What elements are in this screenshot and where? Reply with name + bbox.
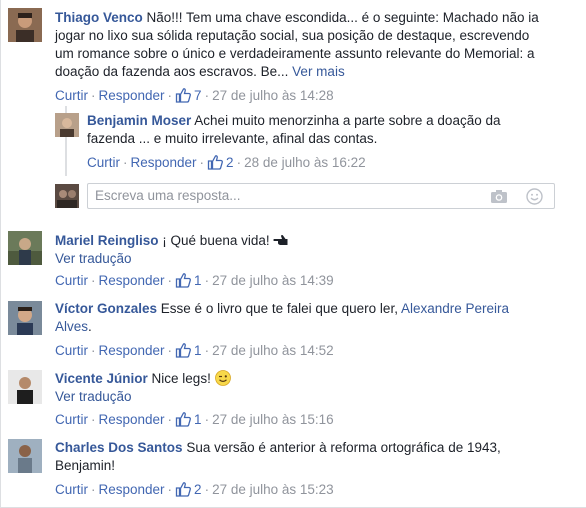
thumbs-up-icon <box>175 87 191 103</box>
comment-text-tail: . <box>88 319 92 334</box>
comment-text-line: Não!!! Tem uma chave escondida... é o se… <box>146 10 539 25</box>
comment-text-line: fazenda ... e muito irrelevante, afinal … <box>87 131 378 146</box>
wink-emoji-icon <box>214 370 231 386</box>
comment-text: Nice legs! <box>151 371 211 386</box>
reply-button[interactable]: Responder <box>99 412 165 427</box>
like-count[interactable]: 2 <box>175 482 202 497</box>
like-button[interactable]: Curtir <box>55 273 88 288</box>
see-more-link[interactable]: Ver mais <box>292 64 345 79</box>
comment-time[interactable]: 28 de julho às 16:22 <box>244 155 366 170</box>
current-user-avatar <box>55 184 79 208</box>
like-count[interactable]: 1 <box>175 343 202 358</box>
avatar[interactable] <box>8 8 42 42</box>
camera-icon[interactable] <box>490 189 508 204</box>
comment-author[interactable]: Benjamin Moser <box>87 113 191 128</box>
mention-link-cont[interactable]: Alves <box>55 319 88 334</box>
reply-button[interactable]: Responder <box>99 88 165 103</box>
comment-text-line: Achei muito menorzinha a parte sobre a d… <box>194 113 501 128</box>
mention-link[interactable]: Alexandre Pereira <box>401 301 509 316</box>
reply-input-box[interactable] <box>87 183 555 209</box>
comment-time[interactable]: 27 de julho às 15:23 <box>212 482 334 497</box>
comment-time[interactable]: 27 de julho às 14:52 <box>212 343 334 358</box>
emoji-icon[interactable] <box>526 188 543 205</box>
reply-button[interactable]: Responder <box>99 482 165 497</box>
comment-time[interactable]: 27 de julho às 15:16 <box>212 412 334 427</box>
like-count[interactable]: 1 <box>175 273 202 288</box>
comment-text-line: doação da fazenda aos escravos. Be... <box>55 64 289 79</box>
comment-author[interactable]: Thiago Venco <box>55 10 143 25</box>
avatar[interactable] <box>8 439 42 473</box>
comment-text: Esse é o livro que te falei que quero le… <box>160 301 398 316</box>
comment-time[interactable]: 27 de julho às 14:39 <box>212 273 334 288</box>
comment-text: ¡ Qué buena vida! <box>162 233 270 248</box>
thumbs-up-icon <box>175 342 191 358</box>
like-count-value: 1 <box>194 412 202 427</box>
comment-author[interactable]: Víctor Gonzales <box>55 301 157 316</box>
thumbs-up-icon <box>175 481 191 497</box>
avatar[interactable] <box>8 301 42 335</box>
see-translation-link[interactable]: Ver tradução <box>55 250 580 268</box>
like-count-value: 1 <box>194 273 202 288</box>
thumbs-up-icon <box>207 154 223 170</box>
reply-button[interactable]: Responder <box>99 343 165 358</box>
reply-input[interactable] <box>95 188 475 203</box>
like-count-value: 1 <box>194 343 202 358</box>
see-translation-link[interactable]: Ver tradução <box>55 388 580 406</box>
avatar[interactable] <box>8 370 42 404</box>
comment-time[interactable]: 27 de julho às 14:28 <box>212 88 334 103</box>
comment-text-line: jogar no lixo sua sólida reputação socia… <box>55 28 530 43</box>
like-count[interactable]: 1 <box>175 412 202 427</box>
comment-text-line: um romance sobre o único e verdadeiramen… <box>55 46 535 61</box>
like-button[interactable]: Curtir <box>55 482 88 497</box>
comment-text-line: Benjamin! <box>55 458 116 473</box>
like-count-value: 2 <box>194 482 202 497</box>
like-count[interactable]: 2 <box>207 155 234 170</box>
comment-author[interactable]: Charles Dos Santos <box>55 440 183 455</box>
reply-button[interactable]: Responder <box>131 155 197 170</box>
like-count[interactable]: 7 <box>175 88 202 103</box>
avatar[interactable] <box>55 113 79 137</box>
reply-button[interactable]: Responder <box>99 273 165 288</box>
comment-author[interactable]: Vicente Júnior <box>55 371 148 386</box>
like-count-value: 7 <box>194 88 202 103</box>
comment-author[interactable]: Mariel Reingliso <box>55 233 159 248</box>
like-button[interactable]: Curtir <box>55 343 88 358</box>
like-button[interactable]: Curtir <box>87 155 120 170</box>
thumbs-up-icon <box>175 411 191 427</box>
thumbs-up-icon <box>175 272 191 288</box>
like-button[interactable]: Curtir <box>55 88 88 103</box>
comment-text-line: Sua versão é anterior à reforma ortográf… <box>186 440 501 455</box>
like-button[interactable]: Curtir <box>55 412 88 427</box>
like-count-value: 2 <box>226 155 234 170</box>
avatar[interactable] <box>8 231 42 265</box>
pointing-hand-icon <box>273 233 289 247</box>
